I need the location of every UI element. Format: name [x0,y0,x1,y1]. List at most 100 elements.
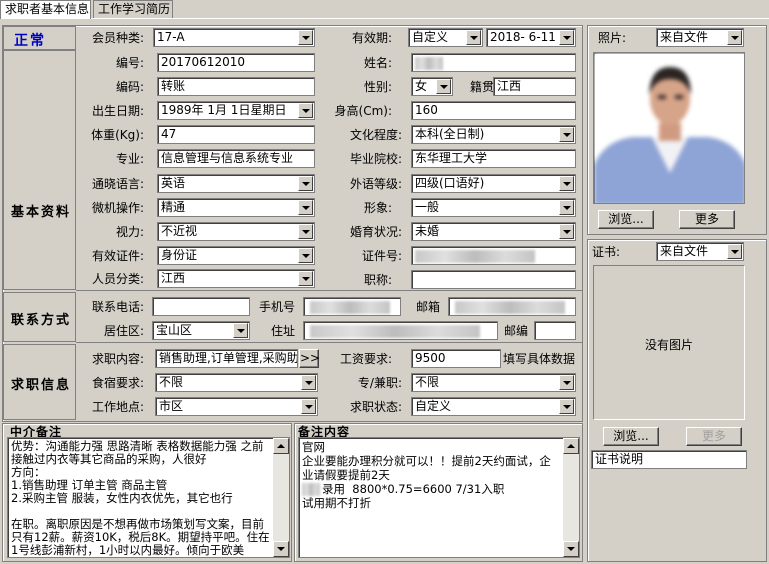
scrollbar[interactable] [273,438,289,557]
number-label: 编号: [115,56,144,70]
chevron-down-icon[interactable] [233,323,248,338]
chevron-down-icon[interactable] [727,30,742,45]
category-label: 人员分类: [91,272,144,286]
tab-work-history[interactable]: 工作学习简历 [93,0,173,18]
job-content-input[interactable]: 销售助理,订单管理,采购助 [155,349,298,368]
address-input[interactable] [303,321,498,340]
salary-input[interactable]: 9500 [411,349,501,368]
photo-source-select[interactable]: 来自文件 [656,28,744,47]
member-type-select[interactable]: 17-A [153,28,315,47]
chevron-down-icon[interactable] [559,399,574,414]
chevron-down-icon[interactable] [298,224,313,239]
title-input[interactable] [411,270,576,289]
photo-more-button[interactable]: 更多 [679,210,735,229]
scroll-down-icon[interactable] [273,541,289,557]
validity-date-picker[interactable]: 2018- 6-11 [486,28,576,47]
area-label: 居住区: [103,324,144,338]
tab-line [0,18,769,19]
cert-more-button[interactable]: 更多 [686,427,742,446]
chevron-down-icon[interactable] [298,103,313,118]
height-input[interactable]: 160 [411,101,576,120]
school-input[interactable]: 东华理工大学 [411,149,576,168]
photo-frame [593,52,745,204]
divider [76,342,582,343]
job-status-select[interactable]: 自定义 [411,397,576,416]
chevron-down-icon[interactable] [559,375,574,390]
chevron-down-icon[interactable] [298,200,313,215]
computer-select[interactable]: 精通 [157,198,315,217]
job-content-more-button[interactable]: >> [299,349,320,368]
chevron-down-icon[interactable] [298,271,313,286]
marital-select[interactable]: 未婚 [411,222,576,241]
scrollbar[interactable] [563,438,579,557]
chevron-down-icon[interactable] [559,30,574,45]
cert-label: 证书: [592,245,621,259]
chevron-down-icon[interactable] [727,244,742,259]
major-input[interactable]: 信息管理与信息系统专业 [157,149,315,168]
chevron-down-icon[interactable] [301,399,316,414]
chevron-down-icon[interactable] [559,224,574,239]
email-label: 邮箱 [415,300,440,314]
gender-select[interactable]: 女 [411,77,453,96]
chevron-down-icon[interactable] [559,176,574,191]
phone-input[interactable] [152,297,250,316]
chevron-down-icon[interactable] [298,248,313,263]
appearance-label: 形象: [363,201,392,215]
name-input[interactable] [411,53,576,72]
remark-textarea[interactable]: 官网 企业要能办理积分就可以！！提前2天约面试，企业请假要提前2天 录用 880… [298,437,580,558]
chevron-down-icon[interactable] [466,30,481,45]
tab-basic-info[interactable]: 求职者基本信息 [0,0,91,19]
appearance-select[interactable]: 一般 [411,198,576,217]
validity-type-select[interactable]: 自定义 [408,28,483,47]
agent-note-textarea[interactable]: 优势：沟通能力强 思路清晰 表格数据能力强 之前接触过内衣等其它商品的采购，人很… [7,437,290,558]
code-input[interactable]: 转账 [157,77,315,96]
number-input[interactable]: 20170612010 [157,53,315,72]
mobile-input[interactable] [303,297,401,316]
category-select[interactable]: 江西 [157,269,315,288]
select-value: 江西 [161,271,186,285]
cert-source-select[interactable]: 来自文件 [656,242,744,261]
cert-browse-button[interactable]: 浏览... [603,427,659,446]
chevron-down-icon[interactable] [559,127,574,142]
photo-browse-button[interactable]: 浏览... [598,210,654,229]
agent-note-text: 优势：沟通能力强 思路清晰 表格数据能力强 之前接触过内衣等其它商品的采购，人很… [11,439,270,557]
education-select[interactable]: 本科(全日制) [411,125,576,144]
native-input[interactable]: 江西 [493,77,576,96]
date-value: 1989年 1月 1日星期日 [161,103,287,117]
id-type-select[interactable]: 身份证 [157,246,315,265]
foreign-select[interactable]: 四级(口语好) [411,174,576,193]
chevron-down-icon[interactable] [298,30,313,45]
redacted-text [455,301,565,314]
chevron-down-icon[interactable] [436,79,451,94]
zip-input[interactable] [534,321,576,340]
chevron-down-icon[interactable] [298,176,313,191]
area-select[interactable]: 宝山区 [152,321,250,340]
email-input[interactable] [448,297,576,316]
select-value: 未婚 [415,224,440,238]
id-no-input[interactable] [411,246,576,265]
birth-date-picker[interactable]: 1989年 1月 1日星期日 [157,101,315,120]
fulltime-select[interactable]: 不限 [411,373,576,392]
cert-desc-input[interactable]: 证书说明 [591,450,747,469]
meal-label: 食宿要求: [91,376,144,390]
select-value: 17-A [157,30,185,44]
dialect-select[interactable]: 英语 [157,174,315,193]
select-value: 女 [415,79,428,93]
meal-select[interactable]: 不限 [155,373,318,392]
chevron-down-icon[interactable] [559,200,574,215]
scroll-up-icon[interactable] [563,438,579,454]
location-select[interactable]: 市区 [155,397,318,416]
remark-line: 录用 8800*0.75=6600 7/31入职 [302,482,562,496]
select-value: 宝山区 [156,323,193,337]
salary-hint: 填写具体数据 [503,352,576,366]
chevron-down-icon[interactable] [301,375,316,390]
weight-input[interactable]: 47 [157,125,315,144]
photo-label: 照片: [598,31,627,45]
scroll-down-icon[interactable] [563,541,579,557]
section-contact: 联系方式 [11,313,72,328]
redacted-text [302,483,320,496]
scroll-up-icon[interactable] [273,438,289,454]
divider [76,290,582,291]
select-value: 四级(口语好) [415,176,485,190]
vision-select[interactable]: 不近视 [157,222,315,241]
